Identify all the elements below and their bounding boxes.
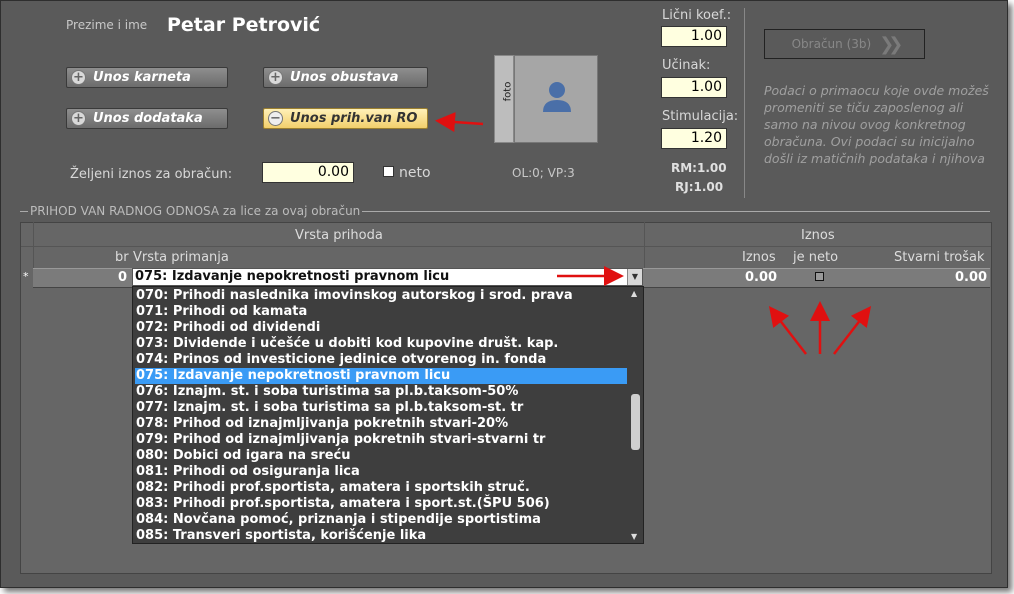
arrow-to-iznos-icon <box>768 306 807 355</box>
arrow-to-trosak-icon <box>833 306 872 355</box>
annotation-arrows <box>435 112 872 355</box>
arrow-to-button-icon <box>435 112 484 133</box>
